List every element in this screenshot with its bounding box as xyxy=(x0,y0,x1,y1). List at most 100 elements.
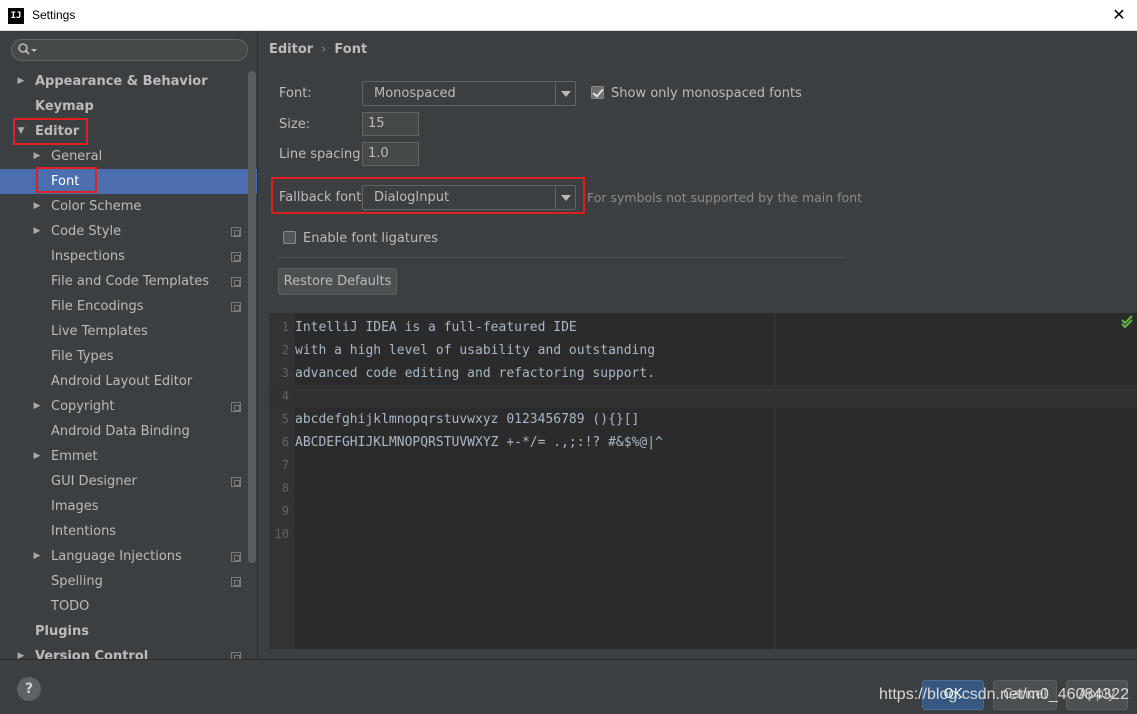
sidebar-item-label: Android Data Binding xyxy=(51,424,190,439)
breadcrumb: Editor › Font xyxy=(269,42,367,57)
intellij-app-icon: IJ xyxy=(8,8,24,24)
sidebar-item-intentions[interactable]: Intentions xyxy=(0,519,257,544)
sidebar-item-version-control[interactable]: ▶ Version Control xyxy=(0,644,257,659)
sidebar-item-todo[interactable]: TODO xyxy=(0,594,257,619)
sidebar-scrollbar[interactable] xyxy=(248,71,256,563)
font-label: Font: xyxy=(279,86,312,101)
sidebar-item-label: Keymap xyxy=(35,99,94,114)
sidebar-item-android-layout-editor[interactable]: Android Layout Editor xyxy=(0,369,257,394)
line-number: 6 xyxy=(281,435,289,449)
preview-code-text: IntelliJ IDEA is a full-featured IDE xyxy=(295,320,577,335)
preview-line: 5 abcdefghijklmnopqrstuvwxyz 0123456789 (… xyxy=(269,408,1137,431)
sidebar-item-code-style[interactable]: ▶ Code Style xyxy=(0,219,257,244)
sidebar-item-spelling[interactable]: Spelling xyxy=(0,569,257,594)
chevron-down-icon[interactable] xyxy=(555,82,575,105)
sidebar-item-label: Editor xyxy=(35,124,80,139)
preview-line: 10 xyxy=(269,523,1137,546)
sidebar-item-images[interactable]: Images xyxy=(0,494,257,519)
enable-ligatures-label[interactable]: Enable font ligatures xyxy=(303,231,438,246)
sidebar-item-label: Copyright xyxy=(51,399,115,414)
breadcrumb-parent[interactable]: Editor xyxy=(269,42,313,57)
sidebar-item-copyright[interactable]: ▶ Copyright xyxy=(0,394,257,419)
sidebar-item-label: Inspections xyxy=(51,249,125,264)
sidebar-item-label: Intentions xyxy=(51,524,117,539)
sidebar-item-android-data-binding[interactable]: Android Data Binding xyxy=(0,419,257,444)
sidebar-item-label: Font xyxy=(51,174,80,189)
close-icon[interactable]: ✕ xyxy=(1107,3,1131,27)
size-input[interactable]: 15 xyxy=(362,112,419,136)
chevron-down-icon[interactable] xyxy=(555,186,575,209)
settings-sidebar: ▶ Appearance & Behavior Keymap ▼ Editor ▶ Gene… xyxy=(0,31,258,659)
enable-ligatures-checkbox[interactable] xyxy=(283,231,296,244)
sidebar-item-file-encodings[interactable]: File Encodings xyxy=(0,294,257,319)
preview-line: 9 xyxy=(269,500,1137,523)
window-title: Settings xyxy=(32,8,76,22)
collapsed-arrow-icon[interactable]: ▶ xyxy=(15,644,27,659)
line-spacing-label: Line spacing: xyxy=(279,147,365,162)
sidebar-item-label: Language Injections xyxy=(51,549,182,564)
preview-code-text: ABCDEFGHIJKLMNOPQRSTUVWXYZ +-*/= .,;:!? … xyxy=(295,435,663,450)
fallback-font-combobox[interactable]: DialogInput xyxy=(362,185,576,210)
search-input[interactable] xyxy=(11,39,248,61)
collapsed-arrow-icon[interactable]: ▶ xyxy=(31,544,43,569)
sidebar-item-gui-designer[interactable]: GUI Designer xyxy=(0,469,257,494)
line-number: 2 xyxy=(281,343,289,357)
expanded-arrow-icon[interactable]: ▼ xyxy=(15,119,27,144)
line-spacing-input[interactable]: 1.0 xyxy=(362,142,419,166)
show-monospaced-label[interactable]: Show only monospaced fonts xyxy=(611,86,802,101)
sidebar-item-label: File Encodings xyxy=(51,299,144,314)
sidebar-item-label: Images xyxy=(51,499,99,514)
search-icon xyxy=(18,43,37,55)
font-settings-panel: Editor › Font Font: Monospaced Show only m… xyxy=(259,31,1137,659)
fallback-font-hint: For symbols not supported by the main fo… xyxy=(587,190,863,205)
line-number: 3 xyxy=(281,366,289,380)
sidebar-item-label: GUI Designer xyxy=(51,474,137,489)
sidebar-item-label: Emmet xyxy=(51,449,98,464)
preview-line: 6 ABCDEFGHIJKLMNOPQRSTUVWXYZ +-*/= .,;:!?… xyxy=(269,431,1137,454)
title-bar: IJ Settings ✕ xyxy=(0,0,1137,31)
sidebar-item-label: General xyxy=(51,149,103,164)
sidebar-item-color-scheme[interactable]: ▶ Color Scheme xyxy=(0,194,257,219)
help-icon[interactable]: ? xyxy=(17,677,41,701)
fallback-font-label: Fallback font: xyxy=(279,190,366,205)
collapsed-arrow-icon[interactable]: ▶ xyxy=(15,69,27,94)
line-number: 7 xyxy=(281,458,289,472)
inspection-ok-icon xyxy=(1121,315,1133,328)
sidebar-item-label: Plugins xyxy=(35,624,89,639)
sidebar-item-font[interactable]: Font xyxy=(0,169,257,194)
font-preview-editor[interactable]: 1 IntelliJ IDEA is a full-featured IDE 2 wi… xyxy=(269,313,1137,649)
preview-line: 2 with a high level of usability and outs… xyxy=(269,339,1137,362)
sidebar-item-inspections[interactable]: Inspections xyxy=(0,244,257,269)
collapsed-arrow-icon[interactable]: ▶ xyxy=(31,194,43,219)
sidebar-item-file-and-code-templates[interactable]: File and Code Templates xyxy=(0,269,257,294)
collapsed-arrow-icon[interactable]: ▶ xyxy=(31,144,43,169)
collapsed-arrow-icon[interactable]: ▶ xyxy=(31,394,43,419)
sidebar-item-language-injections[interactable]: ▶ Language Injections xyxy=(0,544,257,569)
watermark-text: https://blog.csdn.net/m0_46084322 xyxy=(879,686,1129,703)
sidebar-item-file-types[interactable]: File Types xyxy=(0,344,257,369)
sidebar-item-keymap[interactable]: Keymap xyxy=(0,94,257,119)
restore-defaults-button[interactable]: Restore Defaults xyxy=(278,268,397,295)
sidebar-item-label: Version Control xyxy=(35,649,149,659)
preview-line: 4 xyxy=(269,385,1137,408)
fallback-font-value: DialogInput xyxy=(374,190,450,205)
sidebar-item-general[interactable]: ▶ General xyxy=(0,144,257,169)
project-scope-icon xyxy=(231,402,241,412)
sidebar-item-label: Android Layout Editor xyxy=(51,374,193,389)
project-scope-icon xyxy=(231,652,241,659)
collapsed-arrow-icon[interactable]: ▶ xyxy=(31,219,43,244)
collapsed-arrow-icon[interactable]: ▶ xyxy=(31,444,43,469)
project-scope-icon xyxy=(231,227,241,237)
line-number: 1 xyxy=(281,320,289,334)
sidebar-item-editor[interactable]: ▼ Editor xyxy=(0,119,257,144)
show-monospaced-checkbox[interactable] xyxy=(591,86,604,99)
preview-line: 8 xyxy=(269,477,1137,500)
sidebar-item-appearance-behavior[interactable]: ▶ Appearance & Behavior xyxy=(0,69,257,94)
line-number: 4 xyxy=(281,389,289,403)
project-scope-icon xyxy=(231,252,241,262)
font-combobox[interactable]: Monospaced xyxy=(362,81,576,106)
sidebar-item-plugins[interactable]: Plugins xyxy=(0,619,257,644)
sidebar-item-emmet[interactable]: ▶ Emmet xyxy=(0,444,257,469)
sidebar-item-live-templates[interactable]: Live Templates xyxy=(0,319,257,344)
sidebar-item-label: Color Scheme xyxy=(51,199,142,214)
